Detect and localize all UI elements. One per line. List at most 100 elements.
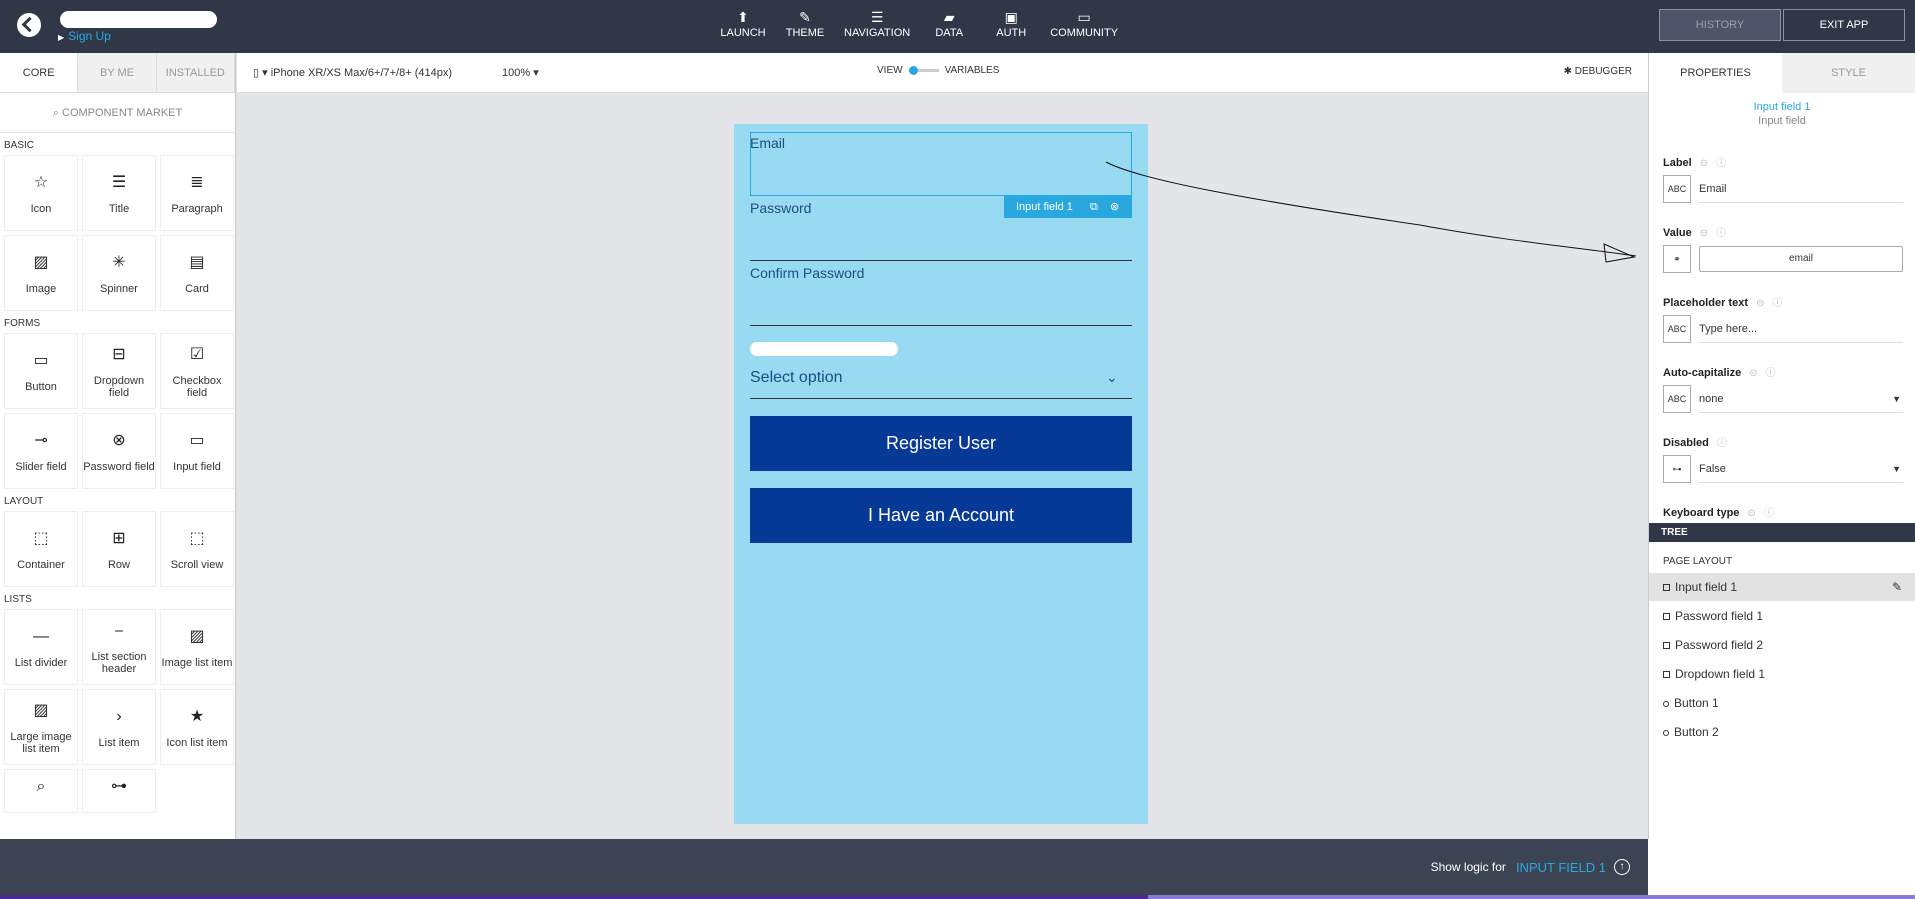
history-button[interactable]: HISTORY: [1659, 9, 1781, 41]
tab-core[interactable]: CORE: [0, 53, 79, 92]
nav-community[interactable]: ▭ COMMUNITY: [1050, 7, 1118, 39]
info-icon[interactable]: ⓘ: [1764, 508, 1774, 519]
component-row[interactable]: ⊞ Row: [82, 511, 156, 587]
text-type-icon[interactable]: ABC: [1663, 385, 1691, 413]
tab-style[interactable]: STYLE: [1782, 53, 1915, 93]
pencil-icon[interactable]: ✎: [1892, 573, 1902, 601]
component-checkbox-field[interactable]: ☑ Checkbox field: [160, 333, 234, 409]
nav-data[interactable]: ▰ DATA: [926, 7, 972, 39]
tab-properties[interactable]: PROPERTIES: [1649, 53, 1782, 93]
progress-bar-segment: [1148, 895, 1915, 899]
email-input-selected[interactable]: [750, 132, 1132, 196]
component-slider-field[interactable]: ⊸ Slider field: [4, 413, 78, 489]
text-type-icon[interactable]: ABC: [1663, 315, 1691, 343]
tree-item-button-2[interactable]: Button 2: [1649, 718, 1915, 746]
app-name-redacted: [60, 11, 217, 28]
component-paragraph[interactable]: ≣ Paragraph: [160, 155, 234, 231]
component-name[interactable]: Input field 1: [1649, 101, 1915, 113]
component-market-button[interactable]: ⌕ COMPONENT MARKET: [0, 93, 235, 133]
zoom-selector[interactable]: 100% ▾: [502, 66, 539, 79]
dropdown-placeholder[interactable]: Select option: [750, 369, 843, 387]
password-field[interactable]: [750, 260, 1132, 261]
tree-item-password-field-1[interactable]: Password field 1: [1649, 602, 1915, 630]
info-icon[interactable]: ⓘ: [1716, 158, 1726, 169]
label-input[interactable]: Email: [1699, 175, 1903, 203]
star-icon: ☆: [33, 174, 49, 191]
component-large-image-list-item[interactable]: ▨ Large image list item: [4, 689, 78, 765]
have-account-button[interactable]: I Have an Account: [750, 488, 1132, 543]
tree-item-input-field-1[interactable]: Input field 1 ✎: [1649, 573, 1915, 601]
component-spinner[interactable]: ✳ Spinner: [82, 235, 156, 311]
register-user-button[interactable]: Register User: [750, 416, 1132, 471]
text-type-icon[interactable]: ABC: [1663, 175, 1691, 203]
component-list-divider[interactable]: — List divider: [4, 609, 78, 685]
info-icon[interactable]: ⓘ: [1716, 228, 1726, 239]
tree-item-dropdown-field-1[interactable]: Dropdown field 1: [1649, 660, 1915, 688]
copy-icon[interactable]: ⧉: [1090, 196, 1098, 218]
component-list-item[interactable]: › List item: [82, 689, 156, 765]
component-dropdown-field[interactable]: ⊟ Dropdown field: [82, 333, 156, 409]
debugger-button[interactable]: ✱ DEBUGGER: [1564, 66, 1632, 77]
link-icon[interactable]: ⊝: [1700, 228, 1708, 239]
tree-item-label: Password field 1: [1675, 609, 1764, 623]
toggle-switch[interactable]: [908, 66, 939, 75]
disabled-select[interactable]: False ▼: [1699, 455, 1903, 483]
component-password-field[interactable]: ⊗ Password field: [82, 413, 156, 489]
component-icon-list-item[interactable]: ★ Icon list item: [160, 689, 234, 765]
component-scroll-view[interactable]: ⬚ Scroll view: [160, 511, 234, 587]
scroll-view-icon: ⬚: [189, 530, 205, 547]
component-button[interactable]: ▭ Button: [4, 333, 78, 409]
placeholder-input[interactable]: Type here...: [1699, 315, 1903, 343]
tree-item-button-1[interactable]: Button 1: [1649, 689, 1915, 717]
nav-theme[interactable]: ✎ THEME: [782, 7, 828, 39]
top-bar: ▶ Sign Up ⬆ LAUNCH ✎ THEME ☰ NAVIGATION ▰ DAT…: [0, 0, 1915, 53]
confirm-password-field[interactable]: [750, 325, 1132, 326]
component-title[interactable]: ☰ Title: [82, 155, 156, 231]
square-icon: [1663, 613, 1670, 620]
component-search[interactable]: ⌕: [4, 769, 78, 813]
nav-navigation[interactable]: ☰ NAVIGATION: [844, 7, 910, 39]
view-variables-toggle[interactable]: VIEW VARIABLES: [877, 65, 999, 76]
info-icon[interactable]: ⓘ: [1772, 298, 1782, 309]
image-icon: ▨: [33, 254, 49, 271]
close-icon[interactable]: ⊗: [1110, 196, 1119, 218]
arrow-up-icon[interactable]: ↑: [1614, 859, 1630, 875]
tree-item-label: Button 1: [1674, 696, 1719, 710]
app-logo-icon[interactable]: [17, 13, 41, 37]
component-card[interactable]: ▤ Card: [160, 235, 234, 311]
component-list-section-header[interactable]: ⎯ List section header: [82, 609, 156, 685]
toggle-type-icon[interactable]: ⊶: [1663, 455, 1691, 483]
link-icon[interactable]: ⊝: [1749, 368, 1757, 379]
component-label: Paragraph: [171, 203, 223, 215]
component-toggle[interactable]: ⊶: [82, 769, 156, 813]
component-image[interactable]: ▨ Image: [4, 235, 78, 311]
tree-item-label: Input field 1: [1675, 580, 1738, 594]
tab-installed[interactable]: INSTALLED: [156, 53, 235, 92]
nav-launch[interactable]: ⬆ LAUNCH: [720, 7, 766, 39]
component-label: Image list item: [161, 657, 233, 669]
value-binding-field[interactable]: email: [1699, 246, 1903, 272]
logic-target-link[interactable]: INPUT FIELD 1: [1516, 860, 1606, 875]
component-image-list-item[interactable]: ▨ Image list item: [160, 609, 234, 685]
info-icon[interactable]: ⓘ: [1717, 438, 1727, 449]
image-list-icon: ▨: [189, 628, 205, 645]
chevron-down-icon[interactable]: ⌄: [1106, 369, 1118, 386]
show-logic-control[interactable]: Show logic for INPUT FIELD 1 ↑: [1431, 859, 1630, 875]
auto-capitalize-select[interactable]: none ▼: [1699, 385, 1903, 413]
component-icon[interactable]: ☆ Icon: [4, 155, 78, 231]
tree-header[interactable]: TREE: [1649, 523, 1915, 542]
tab-by-me[interactable]: BY ME: [78, 53, 157, 92]
info-icon[interactable]: ⓘ: [1766, 368, 1776, 379]
device-selector[interactable]: ▯ ▾ iPhone XR/XS Max/6+/7+/8+ (414px): [253, 66, 452, 79]
component-container[interactable]: ⬚ Container: [4, 511, 78, 587]
nav-auth[interactable]: ▣ AUTH: [988, 7, 1034, 39]
link-icon[interactable]: ⊝: [1700, 158, 1708, 169]
screen-selector[interactable]: ▶ Sign Up: [58, 29, 111, 43]
exit-app-button[interactable]: EXIT APP: [1783, 9, 1905, 41]
selected-component-badge: Input field 1 ⧉ ⊗: [1004, 196, 1132, 218]
component-input-field[interactable]: ▭ Input field: [160, 413, 234, 489]
link-icon[interactable]: ⊝: [1747, 508, 1755, 519]
binding-icon[interactable]: ⚭: [1663, 245, 1691, 273]
tree-item-password-field-2[interactable]: Password field 2: [1649, 631, 1915, 659]
link-icon[interactable]: ⊝: [1756, 298, 1764, 309]
